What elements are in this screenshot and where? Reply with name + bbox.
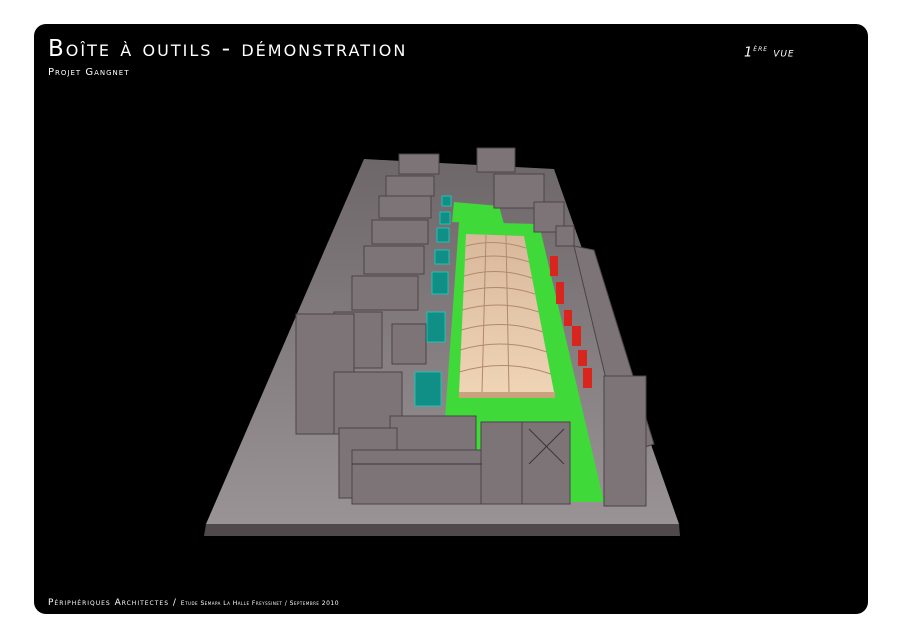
footer-firm: Périphériques Architectes / [48,598,177,608]
slide-panel: Boîte à outils - démonstration Projet Ga… [34,24,868,614]
architectural-model-image [204,147,680,536]
hall-floor [459,392,555,398]
model-base-edge [204,524,680,536]
slide-footer: Périphériques Architectes / Etude Semapa… [48,598,339,608]
right-end-building [603,375,647,507]
front-buildings [338,415,571,505]
footer-details: Etude Semapa La Halle Freyssinet / Septe… [180,600,340,607]
